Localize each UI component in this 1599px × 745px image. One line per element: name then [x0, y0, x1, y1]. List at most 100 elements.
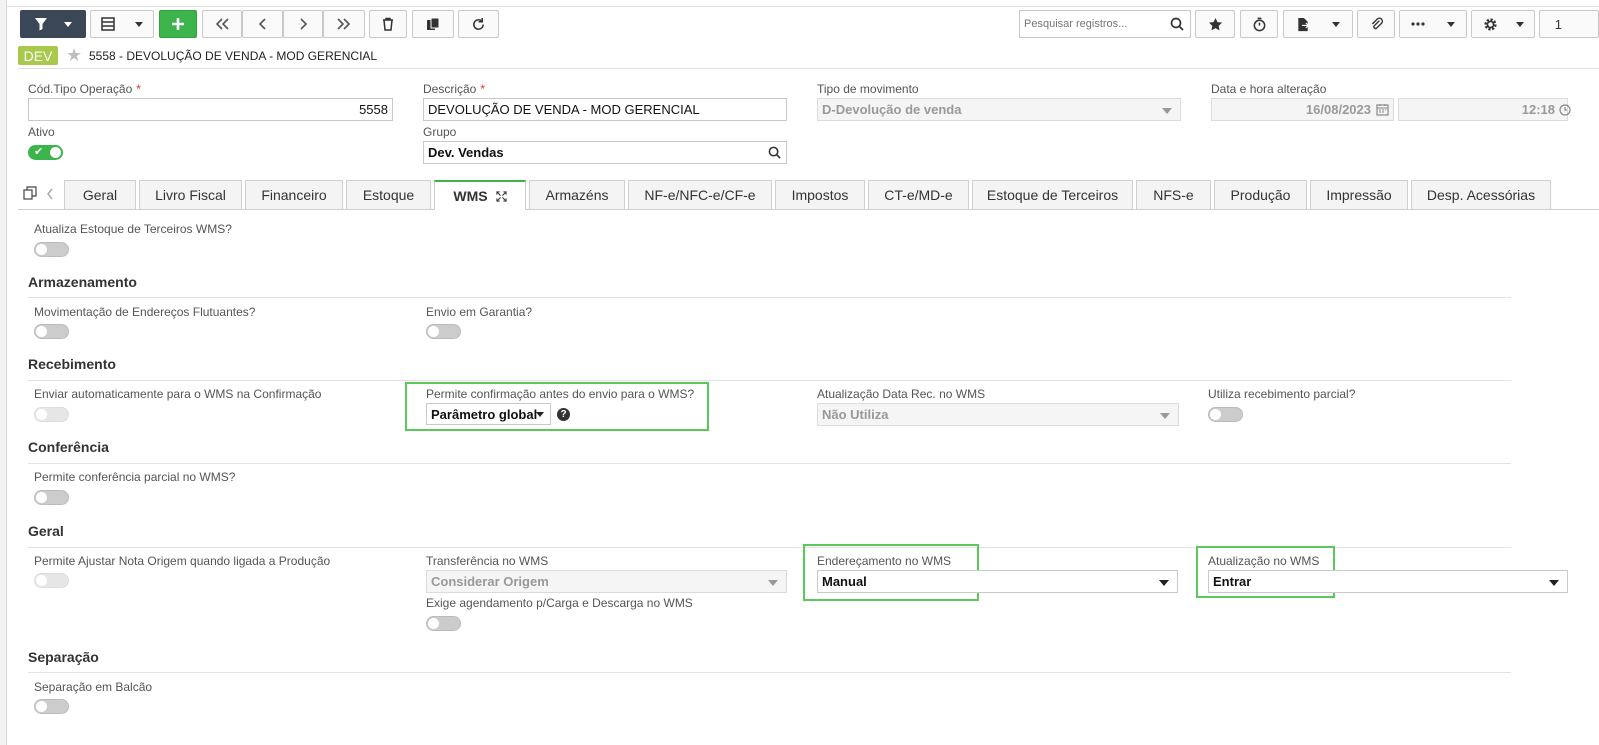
page-title: 5558 - DEVOLUÇÃO DE VENDA - MOD GERENCIA… — [89, 49, 378, 63]
enderecamento-label: Endereçamento no WMS — [817, 554, 952, 568]
mov-enderecos-label: Movimentação de Endereços Flutuantes? — [34, 305, 256, 319]
section-geral: Geral — [28, 523, 64, 539]
mov-enderecos-toggle[interactable] — [34, 324, 69, 339]
search-icon[interactable] — [1170, 17, 1184, 31]
stopwatch-icon — [1253, 17, 1265, 31]
section-recebimento: Recebimento — [28, 356, 116, 372]
tab-financeiro[interactable]: Financeiro — [245, 180, 343, 209]
last-record-button[interactable] — [323, 10, 365, 38]
tab-livro-fiscal[interactable]: Livro Fiscal — [139, 180, 242, 209]
check-icon: ✔ — [34, 146, 44, 158]
next-record-button[interactable] — [283, 10, 323, 38]
attachment-button[interactable] — [1357, 10, 1395, 38]
tab-desp-acessorias[interactable]: Desp. Acessórias — [1411, 180, 1551, 209]
copy-tabs-icon[interactable] — [23, 186, 37, 200]
separacao-balcao-label: Separação em Balcão — [34, 680, 153, 694]
descricao-field[interactable]: DEVOLUÇÃO DE VENDA - MOD GERENCIAL — [423, 98, 787, 121]
chevron-right-icon — [300, 18, 308, 30]
chevron-down-icon — [536, 412, 544, 417]
star-icon — [1208, 17, 1222, 30]
permite-ajustar-toggle — [34, 573, 69, 588]
tab-armazens[interactable]: Armazéns — [529, 180, 625, 209]
tab-cte[interactable]: CT-e/MD-e — [868, 180, 969, 209]
atualizacao-value: Entrar — [1213, 574, 1252, 589]
chevron-left-icon[interactable] — [46, 188, 54, 200]
transferencia-value: Considerar Origem — [431, 574, 549, 589]
favorite-button[interactable] — [1195, 10, 1235, 38]
section-separacao: Separação — [28, 649, 99, 665]
permite-confirmacao-select[interactable]: Parâmetro global — [426, 403, 551, 425]
window-edge — [0, 0, 7, 745]
expand-icon[interactable] — [496, 190, 507, 202]
atualiza-estoque-terceiros-label: Atualiza Estoque de Terceiros WMS? — [34, 222, 232, 236]
trash-icon — [383, 17, 393, 31]
search-icon[interactable] — [768, 146, 781, 159]
refresh-button[interactable] — [458, 10, 499, 38]
tab-impostos[interactable]: Impostos — [775, 180, 865, 209]
tab-nfse[interactable]: NFS-e — [1136, 180, 1211, 209]
clock-icon[interactable] — [1559, 104, 1571, 116]
envio-garantia-label: Envio em Garantia? — [426, 305, 533, 319]
tab-nfe[interactable]: NF-e/NFC-e/CF-e — [628, 180, 772, 209]
utiliza-receb-parcial-toggle[interactable] — [1208, 407, 1243, 422]
tab-impressao[interactable]: Impressão — [1310, 180, 1408, 209]
tipo-movimento-value: D-Devolução de venda — [822, 102, 962, 117]
filter-button[interactable] — [20, 10, 86, 38]
tab-wms[interactable]: WMS — [434, 180, 526, 210]
divider — [28, 297, 1511, 298]
favorite-star-icon[interactable]: ★ — [66, 45, 82, 65]
delete-button[interactable] — [369, 10, 407, 38]
toolbar: 1 — [18, 8, 1599, 40]
separacao-balcao-toggle[interactable] — [34, 699, 69, 714]
add-button[interactable] — [159, 10, 197, 38]
permite-conf-parcial-toggle[interactable] — [34, 490, 69, 505]
atualizacao-data-rec-select: Não Utiliza — [817, 403, 1179, 426]
top-strip — [7, 0, 1599, 7]
calendar-icon[interactable] — [1376, 103, 1389, 116]
refresh-icon — [473, 17, 484, 30]
paperclip-icon — [1371, 17, 1383, 29]
chevron-down-icon — [1549, 580, 1559, 586]
timer-button[interactable] — [1240, 10, 1278, 38]
double-chevron-right-icon — [337, 18, 351, 30]
tab-estoque-terceiros[interactable]: Estoque de Terceiros — [972, 180, 1133, 209]
tab-producao[interactable]: Produção — [1214, 180, 1307, 209]
page-number-field[interactable]: 1 — [1539, 10, 1599, 38]
previous-record-button[interactable] — [242, 10, 283, 38]
export-button[interactable] — [1283, 10, 1353, 38]
more-options-button[interactable] — [1399, 10, 1467, 38]
grid-view-icon — [101, 17, 115, 31]
data-hora-label: Data e hora alteração — [1211, 82, 1327, 96]
cod-tipo-operacao-label: Cód.Tipo Operação * — [28, 82, 141, 96]
tab-bar: Geral Livro Fiscal Financeiro Estoque WM… — [18, 180, 1599, 210]
settings-button[interactable] — [1471, 10, 1535, 38]
enderecamento-select[interactable]: Manual — [817, 570, 1178, 593]
tab-wms-label: WMS — [453, 188, 488, 204]
envio-garantia-toggle[interactable] — [426, 324, 461, 339]
exige-agendamento-toggle[interactable] — [426, 616, 461, 631]
tab-estoque[interactable]: Estoque — [346, 180, 431, 209]
tab-geral[interactable]: Geral — [64, 180, 136, 209]
double-chevron-left-icon — [215, 18, 229, 30]
chevron-down-icon — [1447, 21, 1455, 27]
chevron-down-icon — [1159, 580, 1169, 586]
first-record-button[interactable] — [202, 10, 242, 38]
divider — [28, 380, 1511, 381]
chevron-down-icon — [135, 21, 143, 27]
cod-tipo-operacao-field[interactable]: 5558 — [28, 98, 393, 121]
time-value: 12:18 — [1521, 102, 1555, 117]
permite-confirmacao-label: Permite confirmação antes do envio para … — [426, 387, 695, 401]
duplicate-button[interactable] — [412, 10, 454, 38]
ativo-toggle[interactable]: ✔ — [28, 145, 63, 160]
atualiza-estoque-terceiros-toggle[interactable] — [34, 242, 69, 257]
enviar-auto-toggle — [34, 407, 69, 422]
view-mode-button[interactable] — [90, 10, 154, 38]
atualizacao-select[interactable]: Entrar — [1208, 570, 1568, 593]
search-input[interactable] — [1020, 11, 1160, 37]
help-icon[interactable]: ? — [557, 408, 570, 421]
transferencia-select: Considerar Origem — [426, 570, 787, 593]
ativo-label: Ativo — [28, 125, 55, 139]
file-export-icon — [1298, 17, 1310, 31]
grupo-field[interactable]: Dev. Vendas — [423, 141, 787, 164]
atualizacao-data-rec-label: Atualização Data Rec. no WMS — [817, 387, 986, 401]
